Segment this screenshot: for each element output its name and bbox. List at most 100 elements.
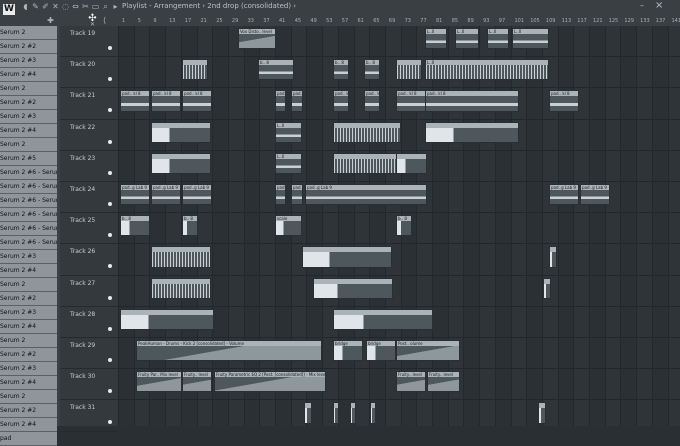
channel-item[interactable]: Serum 2 #6 - Serum 2 #7 [0, 208, 57, 222]
pattern-clip[interactable] [302, 246, 392, 267]
track-label[interactable]: Track 21 [70, 92, 95, 99]
channel-item[interactable]: Serum 2 [0, 26, 57, 40]
pattern-clip[interactable]: pad.. kl 8 [333, 90, 349, 111]
channel-item[interactable]: Serum 2 [0, 334, 57, 348]
pattern-clip[interactable]: L..0 [425, 28, 447, 49]
channel-item[interactable]: Serum 2 [0, 278, 57, 292]
channel-item[interactable]: Serum 2 #6 - Serum 2 #5 [0, 194, 57, 208]
track-label[interactable]: Track 27 [70, 280, 95, 287]
pattern-clip[interactable]: pad.. kl 8 [291, 90, 303, 111]
pattern-clip[interactable] [396, 153, 427, 174]
channel-item[interactable]: Serum 2 #5 [0, 152, 57, 166]
pattern-clip[interactable]: Fruity Parametric EQ 2 [Post. [consolida… [214, 371, 326, 392]
pattern-clip[interactable] [151, 246, 211, 267]
pattern-clip[interactable]: Vox Disto.. level [238, 28, 276, 49]
track-mute-led[interactable] [108, 46, 112, 50]
track-label[interactable]: Track 25 [70, 217, 95, 224]
channel-item[interactable]: Serum 2 #4 [0, 376, 57, 390]
pattern-clip[interactable]: bridge [366, 340, 396, 361]
slip-icon[interactable]: ⇔ [71, 2, 80, 11]
pattern-clip[interactable]: pad..g Lab 9 [580, 184, 610, 205]
track-label[interactable]: Track 23 [70, 155, 95, 162]
pattern-clip[interactable]: b.. 8 [364, 59, 380, 80]
paint-icon[interactable]: ✐ [41, 2, 50, 11]
pattern-clip[interactable]: Fruity.. level [427, 371, 460, 392]
channel-item[interactable]: Serum 2 #4 [0, 68, 57, 82]
track-label[interactable]: Track 30 [70, 373, 95, 380]
track-mute-led[interactable] [108, 420, 112, 424]
zoom-icon[interactable]: ⌕ [101, 2, 110, 11]
pattern-clip[interactable]: L..0 [275, 122, 302, 143]
pattern-clip[interactable]: pad.. kl 8 [151, 90, 181, 111]
pattern-clip[interactable]: Fruity Par.. Mix level [136, 371, 182, 392]
channel-item[interactable]: Serum 2 #4 [0, 124, 57, 138]
track-label[interactable]: Track 20 [70, 61, 95, 68]
channel-item[interactable]: Serum 2 #3 [0, 362, 57, 376]
pattern-clip[interactable] [151, 278, 211, 299]
playlist-grid[interactable]: Vox Disto.. level L..0 L..0 L..0 L..0 b.. 8 b.… [118, 26, 680, 426]
pattern-clip[interactable]: b.. 8 [333, 59, 349, 80]
minimize-button[interactable]: – [640, 1, 644, 10]
pattern-clip[interactable]: b.. 8 [182, 215, 198, 236]
close-button[interactable]: × [655, 0, 663, 11]
pencil-icon[interactable]: ✎ [31, 2, 40, 11]
magnet-icon[interactable]: ◖ [21, 2, 30, 11]
track-mute-led[interactable] [108, 140, 112, 144]
channel-item[interactable]: Serum 2 #3 [0, 250, 57, 264]
pattern-clip[interactable] [350, 402, 356, 423]
select-icon[interactable]: ▭ [91, 2, 100, 11]
pattern-clip[interactable]: scale [275, 215, 302, 236]
channel-item[interactable]: Serum 2 #4 [0, 418, 57, 432]
pattern-clip[interactable] [333, 122, 401, 143]
pattern-clip[interactable] [333, 153, 401, 174]
track-label[interactable]: Track 19 [70, 30, 95, 37]
pattern-clip[interactable]: Fruity.. level [182, 371, 212, 392]
pattern-clip[interactable]: pad.. kl 8 [425, 90, 519, 111]
track-mute-led[interactable] [108, 171, 112, 175]
track-label[interactable]: Track 28 [70, 311, 95, 318]
channel-item[interactable]: Serum 2 #6 - Serum 2 #2 [0, 180, 57, 194]
piano-icon[interactable]: W [3, 4, 15, 15]
track-label[interactable]: Track 26 [70, 248, 95, 255]
pattern-clip[interactable]: L..0 [455, 28, 479, 49]
pattern-clip[interactable]: b.. 8 [120, 215, 150, 236]
channel-item[interactable]: Serum 2 #2 [0, 292, 57, 306]
pattern-clip[interactable]: pad..g Lab 9 [549, 184, 579, 205]
channel-item[interactable]: Serum 2 #3 [0, 110, 57, 124]
scroll-left-icon[interactable]: ⟨ [100, 16, 109, 25]
pattern-clip[interactable]: pad.. kl 8 [364, 90, 380, 111]
pattern-clip[interactable]: pad..g Lab 9 [120, 184, 150, 205]
playback-icon[interactable]: ▸ [111, 2, 120, 11]
channel-item[interactable]: pad [0, 432, 57, 446]
pattern-clip[interactable] [313, 278, 393, 299]
track-label[interactable]: Track 29 [70, 342, 95, 349]
channel-item[interactable]: Serum 2 #3 [0, 54, 57, 68]
track-label[interactable]: Track 24 [70, 186, 95, 193]
channel-item[interactable]: Serum 2 #3 [0, 306, 57, 320]
pattern-clip[interactable] [543, 278, 551, 299]
pattern-clip[interactable]: b.. 8 [258, 59, 294, 80]
track-mute-led[interactable] [108, 296, 112, 300]
pattern-clip[interactable]: pad.. kl 8 [275, 90, 286, 111]
pattern-clip[interactable]: b.. 8 [396, 215, 412, 236]
timeline-ruler[interactable]: 1591317212529333741454953576165697377818… [118, 17, 680, 26]
track-mute-led[interactable] [108, 264, 112, 268]
channel-item[interactable]: Serum 2 #2 [0, 348, 57, 362]
pattern-clip[interactable] [182, 59, 208, 80]
track-mute-led[interactable] [108, 233, 112, 237]
track-mute-led[interactable] [108, 358, 112, 362]
pattern-clip[interactable] [333, 309, 433, 330]
pattern-clip[interactable]: Post.. olume [396, 340, 460, 361]
pattern-clip[interactable] [151, 122, 211, 143]
pattern-clip[interactable] [396, 59, 422, 80]
pattern-clip[interactable]: pad..g Lab 9 [182, 184, 212, 205]
track-label[interactable]: Track 22 [70, 124, 95, 131]
pattern-clip[interactable]: pad.. kl 8 [120, 90, 150, 111]
pattern-clip[interactable] [333, 402, 339, 423]
channel-item[interactable]: Serum 2 #4 [0, 320, 57, 334]
pattern-clip[interactable]: PeakHuman - Drums - Kick 2 [consolidated… [136, 340, 322, 361]
pattern-clip[interactable]: pad.. kl 8 [549, 90, 579, 111]
pattern-clip[interactable]: L..0 [512, 28, 549, 49]
mute-icon[interactable]: ◌ [61, 2, 70, 11]
channel-item[interactable]: Serum 2 #6 - Serum 2 #8 [0, 222, 57, 236]
